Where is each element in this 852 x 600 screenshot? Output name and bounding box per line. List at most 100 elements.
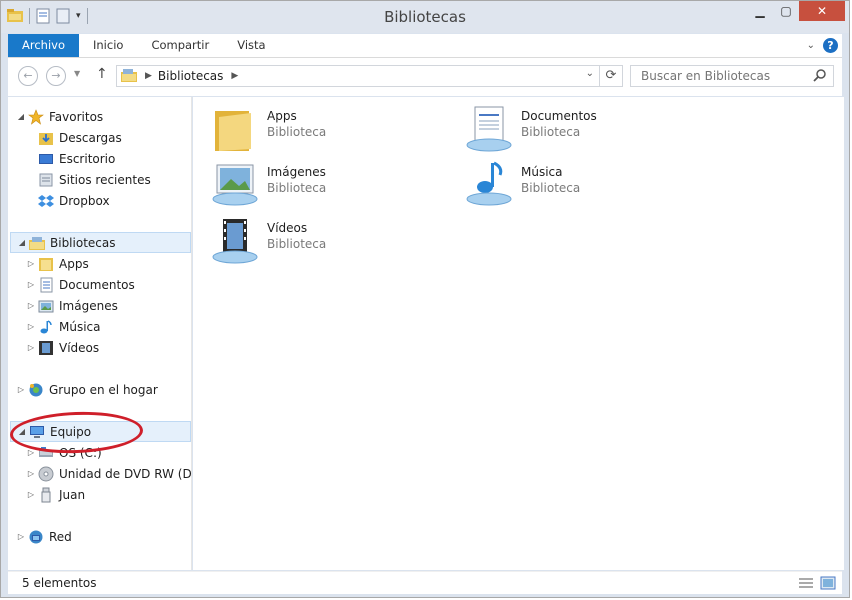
item-name: Documentos	[521, 109, 597, 123]
tab-compartir[interactable]: Compartir	[137, 34, 223, 57]
expand-ribbon-icon[interactable]: ⌄	[807, 40, 815, 51]
item-name: Vídeos	[267, 221, 308, 235]
library-item-imagenes[interactable]: Imágenes Biblioteca	[211, 161, 461, 213]
nav-grupo-hogar[interactable]: ▷ Grupo en el hogar	[16, 379, 158, 400]
pictures-icon	[212, 164, 258, 206]
pictures-icon	[38, 300, 54, 312]
nav-label: Grupo en el hogar	[49, 382, 158, 397]
nav-label: Unidad de DVD RW (D:) 2	[59, 466, 212, 481]
folder-icon	[215, 111, 251, 151]
help-icon[interactable]: ?	[823, 38, 838, 53]
nav-label: Imágenes	[59, 298, 118, 313]
collapse-arrow-icon[interactable]: ◢	[17, 238, 27, 247]
expand-arrow-icon[interactable]: ▷	[16, 385, 26, 394]
expand-arrow-icon[interactable]: ▷	[26, 259, 36, 268]
nav-juan[interactable]: ▷ Juan	[26, 484, 85, 505]
nav-label: Red	[49, 529, 72, 544]
forward-button[interactable]: →	[46, 66, 66, 86]
search-icon[interactable]	[813, 68, 827, 82]
expand-arrow-icon[interactable]: ▷	[26, 343, 36, 352]
back-button[interactable]: ←	[18, 66, 38, 86]
usb-drive-icon	[41, 487, 51, 502]
expand-arrow-icon[interactable]: ▷	[26, 322, 36, 331]
nav-videos[interactable]: ▷ Vídeos	[26, 337, 99, 358]
breadcrumb-chevron-icon[interactable]: ▶	[145, 71, 152, 81]
nav-sitios-recientes[interactable]: Sitios recientes	[38, 169, 151, 190]
details-view-icon[interactable]	[798, 576, 814, 590]
nav-label: Equipo	[50, 424, 92, 439]
item-type: Biblioteca	[521, 125, 581, 139]
recent-locations-icon[interactable]: ▼	[74, 69, 80, 78]
address-row: ← → ▼ ↑ ▶ Bibliotecas ▶ ⌄ ⟳	[8, 58, 842, 96]
tab-vista[interactable]: Vista	[223, 34, 279, 57]
documents-icon	[466, 106, 512, 152]
search-input[interactable]	[639, 68, 813, 84]
collapse-arrow-icon[interactable]: ◢	[17, 427, 27, 436]
tab-inicio[interactable]: Inicio	[79, 34, 137, 57]
view-switcher	[798, 576, 836, 590]
title-bar: ▾ Bibliotecas ▁ ▢ ✕	[1, 1, 849, 33]
large-icons-view-icon[interactable]	[820, 576, 836, 590]
expand-arrow-icon[interactable]: ▷	[26, 301, 36, 310]
videos-icon	[212, 219, 258, 264]
navigation-pane: ◢ Favoritos Descargas Escritorio Sitios …	[8, 97, 212, 570]
nav-os-c[interactable]: ▷ OS (C:)	[26, 442, 102, 463]
item-name: Música	[521, 165, 563, 179]
library-item-documentos[interactable]: Documentos Biblioteca	[465, 105, 715, 157]
up-icon[interactable]: ↑	[96, 66, 108, 82]
recent-places-icon	[39, 173, 53, 186]
minimize-button[interactable]: ▁	[747, 1, 773, 21]
address-dropdown-icon[interactable]: ⌄	[586, 68, 594, 79]
nav-musica[interactable]: ▷ Música	[26, 316, 101, 337]
item-name: Imágenes	[267, 165, 326, 179]
nav-label: Juan	[59, 487, 86, 502]
nav-favoritos[interactable]: ◢ Favoritos	[16, 106, 103, 127]
dropbox-icon	[38, 194, 54, 207]
expand-arrow-icon[interactable]: ▷	[26, 280, 36, 289]
nav-label: Bibliotecas	[50, 235, 116, 250]
star-icon	[28, 108, 44, 125]
homegroup-icon	[29, 383, 43, 396]
nav-dvd-drive[interactable]: ▷ Unidad de DVD RW (D:) 2	[26, 463, 212, 484]
nav-dropbox[interactable]: Dropbox	[38, 190, 110, 211]
nav-label: Favoritos	[49, 109, 104, 124]
library-item-apps[interactable]: Apps Biblioteca	[211, 105, 461, 157]
computer-icon	[30, 425, 44, 438]
expand-arrow-icon[interactable]: ▷	[26, 490, 36, 499]
nav-label: Descargas	[59, 130, 122, 145]
expand-arrow-icon[interactable]: ▷	[26, 448, 36, 457]
address-bar[interactable]: ▶ Bibliotecas ▶ ⌄ ⟳	[116, 65, 623, 87]
item-type: Biblioteca	[521, 181, 581, 195]
nav-equipo[interactable]: ◢ Equipo	[10, 421, 191, 442]
nav-label: Música	[59, 319, 101, 334]
expand-arrow-icon[interactable]: ▷	[26, 469, 36, 478]
collapse-arrow-icon[interactable]: ◢	[16, 112, 26, 121]
ribbon-tabs: Archivo Inicio Compartir Vista ⌄ ?	[8, 34, 842, 58]
nav-apps[interactable]: ▷ Apps	[26, 253, 89, 274]
libraries-icon	[121, 69, 137, 82]
tab-archivo[interactable]: Archivo	[8, 34, 79, 57]
item-type: Biblioteca	[267, 237, 327, 251]
search-box[interactable]	[630, 65, 834, 87]
nav-bibliotecas[interactable]: ◢ Bibliotecas	[10, 232, 191, 253]
nav-label: Sitios recientes	[59, 172, 151, 187]
nav-documentos[interactable]: ▷ Documentos	[26, 274, 135, 295]
close-button[interactable]: ✕	[799, 1, 845, 21]
refresh-icon[interactable]: ⟳	[599, 66, 622, 86]
breadcrumb-bibliotecas[interactable]: Bibliotecas	[158, 69, 223, 83]
nav-descargas[interactable]: Descargas	[38, 127, 122, 148]
nav-red[interactable]: ▷ Red	[16, 526, 72, 547]
window-title: Bibliotecas	[384, 8, 466, 26]
nav-label: Apps	[59, 256, 89, 271]
folder-icon	[39, 257, 53, 271]
nav-imagenes[interactable]: ▷ Imágenes	[26, 295, 118, 316]
nav-escritorio[interactable]: Escritorio	[38, 148, 115, 169]
item-count: 5 elementos	[22, 576, 97, 590]
expand-arrow-icon[interactable]: ▷	[16, 532, 26, 541]
maximize-button[interactable]: ▢	[773, 1, 799, 21]
library-item-musica[interactable]: Música Biblioteca	[465, 161, 715, 213]
library-item-videos[interactable]: Vídeos Biblioteca	[211, 217, 461, 269]
nav-label: Documentos	[59, 277, 135, 292]
music-icon	[466, 161, 512, 206]
breadcrumb-chevron-icon[interactable]: ▶	[231, 71, 238, 81]
